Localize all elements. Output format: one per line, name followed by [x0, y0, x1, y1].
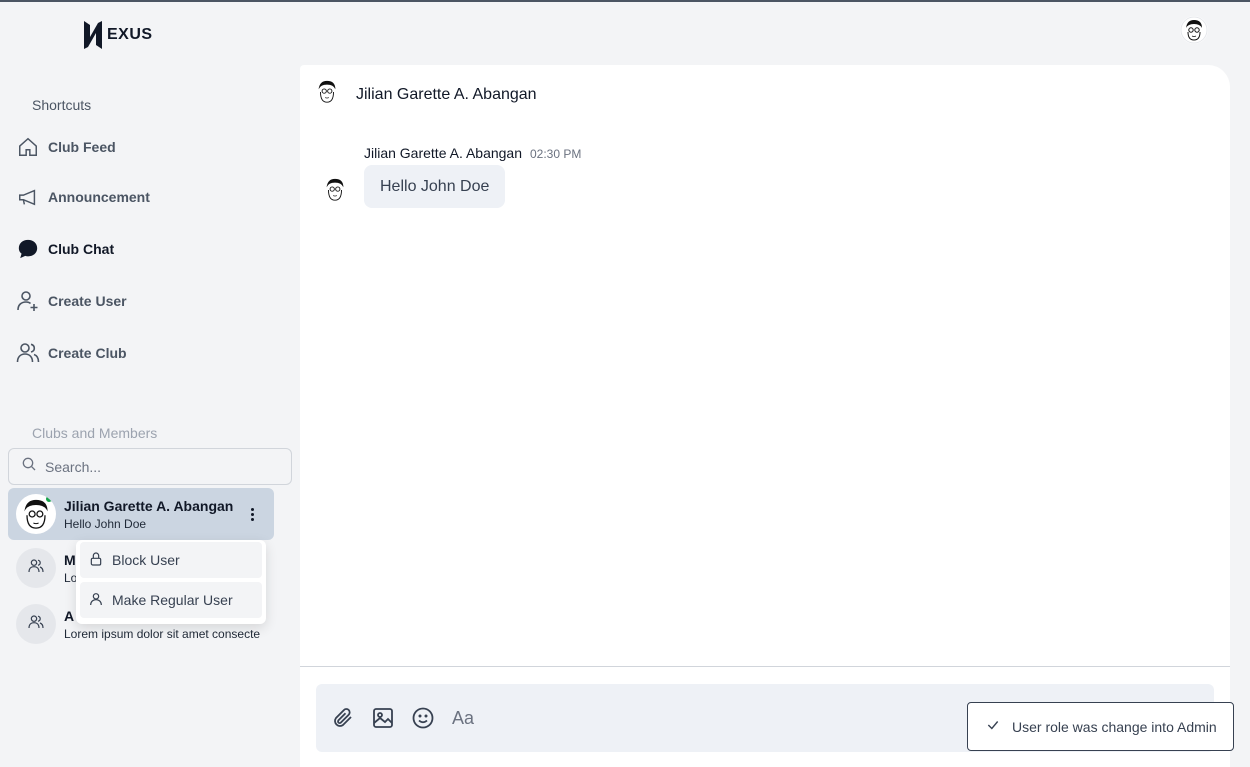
composer-divider — [300, 666, 1230, 667]
users-icon — [28, 558, 44, 579]
image-icon[interactable] — [370, 705, 396, 731]
nav-announcement[interactable]: Announcement — [16, 184, 150, 210]
user-plus-icon — [16, 289, 40, 313]
paperclip-icon[interactable] — [330, 705, 356, 731]
block-user-option[interactable]: Block User — [80, 542, 262, 578]
nav-label: Create User — [48, 293, 127, 309]
shortcuts-heading: Shortcuts — [32, 97, 92, 113]
make-regular-user-option[interactable]: Make Regular User — [80, 582, 262, 618]
member-last-message: Hello John Doe — [64, 516, 147, 531]
menu-item-label: Make Regular User — [112, 592, 233, 608]
lock-icon — [88, 551, 104, 570]
emoji-icon[interactable] — [410, 705, 436, 731]
chat-header-avatar — [314, 77, 340, 112]
search-icon — [21, 456, 37, 477]
home-icon — [16, 135, 40, 159]
message-avatar — [322, 175, 350, 207]
member-options-menu: Block User Make Regular User — [76, 540, 266, 624]
message-sender: Jilian Garette A. Abangan — [364, 145, 522, 161]
nav-label: Announcement — [48, 189, 150, 205]
group-avatar — [16, 604, 56, 644]
toast-notification: User role was change into Admin — [967, 702, 1234, 751]
message-input[interactable] — [452, 707, 852, 729]
message-bubble: Hello John Doe — [364, 165, 506, 208]
nav-label: Create Club — [48, 345, 127, 361]
clubs-members-heading: Clubs and Members — [32, 425, 158, 441]
message-meta: Jilian Garette A. Abangan 02:30 PM — [364, 145, 581, 161]
avatar — [16, 494, 56, 534]
chat-bubble-icon — [16, 237, 40, 261]
check-icon — [986, 718, 1000, 735]
message-time: 02:30 PM — [530, 147, 582, 161]
chat-header-name: Jilian Garette A. Abangan — [356, 85, 537, 103]
member-name: Jilian Garette A. Abangan — [64, 497, 234, 514]
user-icon — [88, 591, 104, 610]
megaphone-icon — [16, 185, 40, 209]
search-input[interactable] — [45, 458, 275, 475]
profile-avatar[interactable] — [1180, 16, 1208, 44]
logo-text: EXUS — [107, 26, 153, 43]
nav-label: Club Feed — [48, 139, 116, 155]
top-border — [0, 0, 1250, 2]
nav-label: Club Chat — [48, 241, 115, 257]
member-search[interactable] — [8, 448, 292, 485]
online-status-dot — [44, 494, 54, 504]
nav-create-user[interactable]: Create User — [16, 288, 127, 314]
users-icon — [16, 341, 40, 365]
member-item[interactable]: Jilian Garette A. Abangan Hello John Doe — [8, 488, 274, 540]
chat-panel: Jilian Garette A. Abangan Jilian Garette… — [300, 65, 1230, 767]
nav-club-feed[interactable]: Club Feed — [16, 134, 116, 160]
menu-item-label: Block User — [112, 552, 180, 568]
users-icon — [28, 614, 44, 635]
group-avatar — [16, 548, 56, 588]
nav-club-chat[interactable]: Club Chat — [16, 236, 114, 262]
app-logo[interactable]: EXUS — [82, 18, 153, 52]
member-last-message: Lorem ipsum dolor sit amet consecte — [64, 626, 260, 641]
more-options-icon[interactable] — [244, 506, 260, 522]
toast-message: User role was change into Admin — [1012, 718, 1217, 735]
chat-header: Jilian Garette A. Abangan — [314, 77, 537, 112]
logo-mark-icon — [84, 21, 102, 49]
nav-create-club[interactable]: Create Club — [16, 340, 127, 366]
